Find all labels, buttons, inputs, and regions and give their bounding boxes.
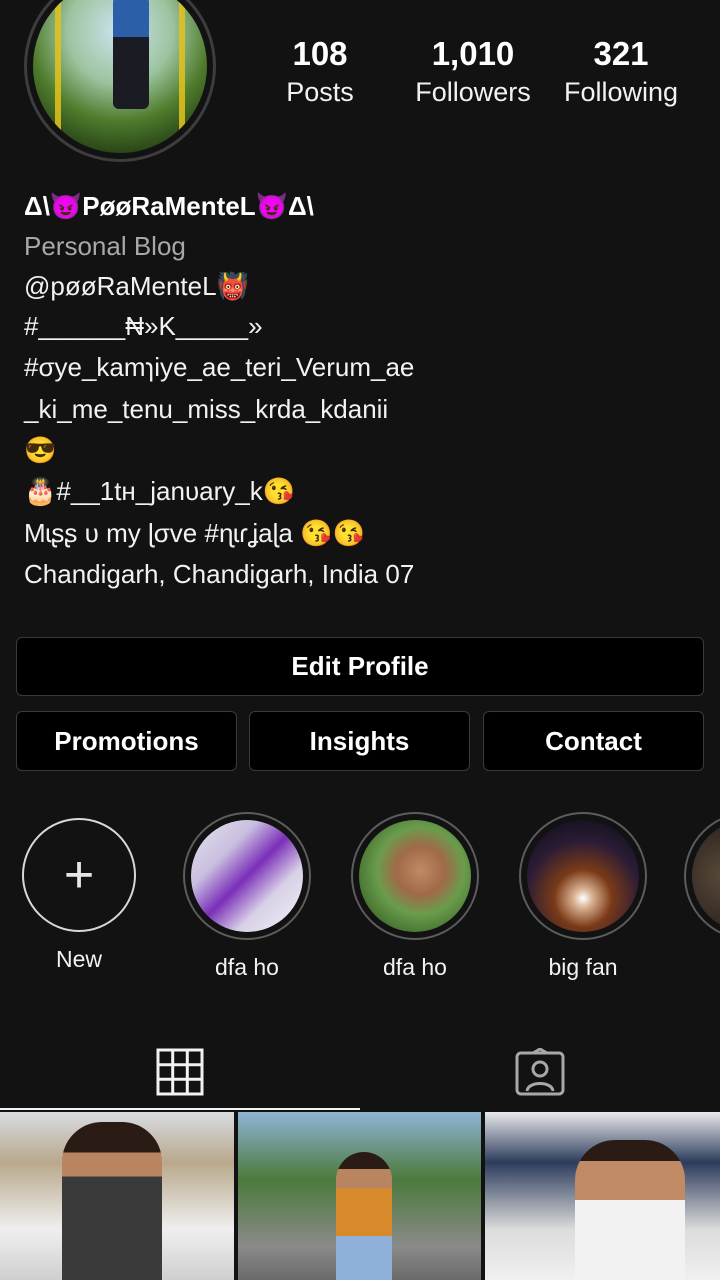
bio-location: Chandigarh, Chandigarh, India 07: [24, 559, 415, 589]
highlight-label: dfa ho: [383, 954, 447, 980]
post-subject: [575, 1140, 685, 1280]
profile-bio: Δ\😈PøøRaMenteL😈Δ\ Personal Blog @pøøRaMe…: [24, 186, 704, 594]
highlight-ring[interactable]: [351, 812, 479, 940]
highlight-item[interactable]: dfa ho: [347, 812, 483, 981]
followers-count: 1,010: [431, 35, 515, 72]
highlight-item[interactable]: big fan: [515, 812, 651, 981]
post-subject: [62, 1122, 162, 1280]
bio-line[interactable]: #______₦»K_____»: [24, 306, 704, 346]
tab-tagged[interactable]: [360, 1034, 720, 1110]
followers-stat[interactable]: 1,010 Followers: [406, 34, 540, 110]
posts-count: 108: [292, 35, 348, 72]
post-thumbnail[interactable]: [238, 1112, 481, 1280]
promotions-button[interactable]: Promotions: [16, 711, 237, 771]
highlight-thumbnail: [191, 820, 303, 932]
display-name: Δ\😈PøøRaMenteL😈Δ\: [24, 191, 314, 221]
post-subject: [336, 1152, 392, 1280]
highlight-thumbnail: [527, 820, 639, 932]
highlight-ring[interactable]: [684, 812, 720, 940]
highlight-ring[interactable]: [183, 812, 311, 940]
post-thumbnail[interactable]: [485, 1112, 720, 1280]
highlight-ring[interactable]: [519, 812, 647, 940]
posts-label: Posts: [286, 77, 354, 107]
following-stat[interactable]: 321 Following: [556, 34, 686, 110]
bio-line: 😎: [24, 435, 57, 465]
profile-avatar[interactable]: [24, 0, 216, 162]
highlight-new[interactable]: + New: [11, 812, 147, 973]
tab-posts-grid[interactable]: [0, 1034, 360, 1110]
following-label: Following: [563, 77, 679, 107]
highlight-item-partial[interactable]: [684, 812, 720, 940]
contact-button[interactable]: Contact: [483, 711, 704, 771]
posts-stat[interactable]: 108 Posts: [260, 34, 380, 110]
highlight-label: New: [55, 946, 102, 972]
highlight-new-ring[interactable]: +: [22, 818, 136, 932]
highlight-thumbnail: [692, 820, 720, 932]
bio-line[interactable]: Mɩʂʂ υ my ɭσve #ɳɩɾʝaɭa 😘😘: [24, 512, 704, 554]
insights-button[interactable]: Insights: [249, 711, 470, 771]
highlight-label: dfa ho: [215, 954, 279, 980]
highlight-item[interactable]: dfa ho: [179, 812, 315, 981]
bio-line[interactable]: #σye_kamɿiye_ae_teri_Verum_ae: [24, 346, 704, 388]
post-thumbnail[interactable]: [0, 1112, 234, 1280]
bio-line[interactable]: 🎂#__1tн_janυary_k😘: [24, 470, 704, 512]
avatar-person: [113, 0, 149, 109]
posts-grid: [0, 1112, 720, 1280]
highlight-label: big fan: [548, 954, 618, 980]
following-count: 321: [593, 35, 649, 72]
profile-category: Personal Blog: [24, 231, 186, 261]
bio-line: _ki_me_tenu_miss_krda_kdanii: [24, 394, 389, 424]
edit-profile-button[interactable]: Edit Profile: [16, 637, 704, 696]
grid-icon: [156, 1048, 204, 1096]
plus-icon: +: [63, 846, 95, 904]
avatar-image: [33, 0, 207, 153]
bio-line[interactable]: @pøøRaMenteL👹: [24, 266, 704, 306]
highlight-thumbnail: [359, 820, 471, 932]
followers-label: Followers: [415, 77, 531, 107]
active-tab-indicator: [0, 1108, 360, 1110]
tagged-person-icon: [515, 1048, 565, 1096]
profile-tabs: [0, 1024, 720, 1110]
